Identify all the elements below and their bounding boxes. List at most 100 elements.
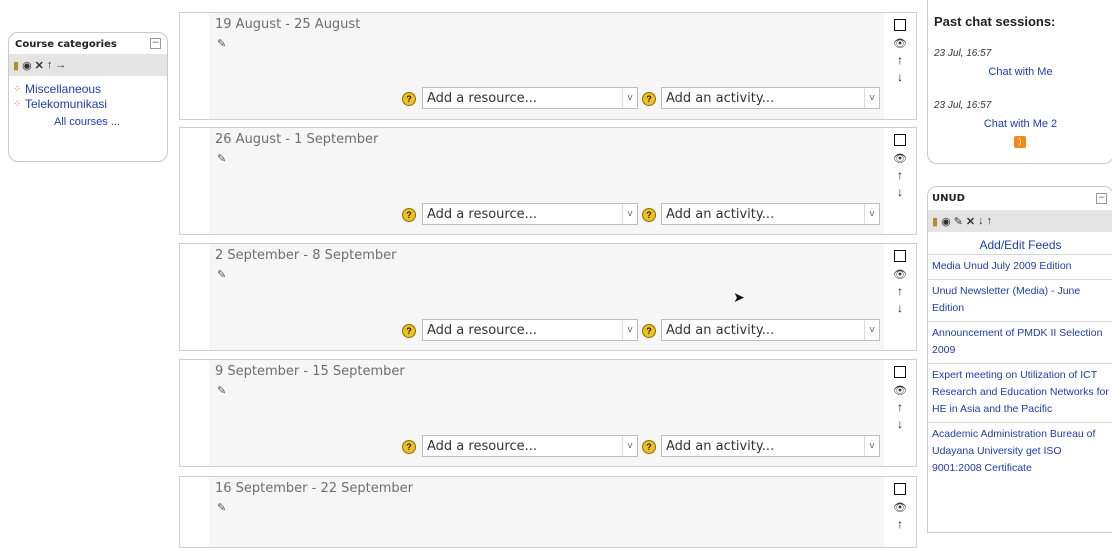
- highlight-checkbox-icon[interactable]: [894, 19, 906, 31]
- list-item[interactable]: Media Unud July 2009 Edition: [928, 254, 1112, 279]
- pencil-icon[interactable]: ▮: [13, 59, 19, 72]
- eye-icon[interactable]: 👁: [890, 384, 910, 400]
- add-resource-select[interactable]: Add a resource... v: [422, 319, 638, 341]
- add-activity-label: Add an activity...: [666, 91, 775, 106]
- collapse-icon[interactable]: −: [1096, 193, 1107, 204]
- section-controls: 👁 ↑ ↓: [890, 250, 910, 318]
- chevron-down-icon: v: [864, 88, 879, 108]
- edit-summary-icon[interactable]: ✎: [217, 37, 226, 50]
- edit-summary-icon[interactable]: ✎: [217, 501, 226, 514]
- add-activity-select[interactable]: Add an activity... v: [661, 203, 880, 225]
- category-link-telekomunikasi[interactable]: Telekomunikasi: [25, 97, 107, 112]
- section-controls: 👁 ↑ ↓: [890, 366, 910, 434]
- chat-session-link[interactable]: Chat with Me: [928, 66, 1112, 78]
- course-categories-block: Course categories − ▮ ◉ ✕ ↑ → ⁘ Miscella…: [8, 32, 168, 162]
- rss-icon[interactable]: ): [1014, 136, 1026, 148]
- add-resource-label: Add a resource...: [427, 91, 538, 106]
- course-categories-header: Course categories −: [9, 33, 167, 50]
- feed-link[interactable]: Announcement of PMDK II Selection 2009: [932, 327, 1102, 356]
- help-icon[interactable]: ?: [642, 208, 656, 222]
- edit-summary-icon[interactable]: ✎: [217, 268, 226, 281]
- help-icon[interactable]: ?: [402, 92, 416, 106]
- move-down-icon[interactable]: ↓: [978, 215, 984, 227]
- move-up-icon[interactable]: ↑: [47, 59, 53, 71]
- add-resource-select[interactable]: Add a resource... v: [422, 87, 638, 109]
- collapse-icon[interactable]: −: [150, 38, 161, 49]
- feed-link[interactable]: Media Unud July 2009 Edition: [932, 260, 1072, 272]
- move-up-icon[interactable]: ↑: [890, 284, 910, 301]
- move-up-icon[interactable]: ↑: [890, 168, 910, 185]
- week-section: 19 August - 25 August ✎ ? Add a resource…: [179, 12, 917, 120]
- delete-icon[interactable]: ✕: [966, 215, 975, 228]
- edit-summary-icon[interactable]: ✎: [217, 384, 226, 397]
- chat-session-date: 23 Jul, 16:57: [934, 48, 992, 59]
- add-resource-select[interactable]: Add a resource... v: [422, 203, 638, 225]
- list-item[interactable]: Academic Administration Bureau of Udayan…: [928, 422, 1112, 481]
- add-activity-select[interactable]: Add an activity... v: [661, 319, 880, 341]
- list-item[interactable]: Announcement of PMDK II Selection 2009: [928, 321, 1112, 363]
- category-link-miscellaneous[interactable]: Miscellaneous: [25, 82, 101, 97]
- move-down-icon[interactable]: ↓: [890, 417, 910, 434]
- chevron-down-icon: v: [622, 320, 637, 340]
- move-up-icon[interactable]: ↑: [890, 517, 910, 534]
- add-edit-feeds-link[interactable]: Add/Edit Feeds: [979, 238, 1061, 252]
- week-title: 9 September - 15 September: [215, 364, 405, 379]
- eye-icon[interactable]: 👁: [890, 152, 910, 168]
- eye-icon[interactable]: ◉: [22, 59, 32, 72]
- pencil-icon[interactable]: ▮: [932, 215, 938, 228]
- unud-header: UNUD −: [928, 187, 1112, 204]
- eye-icon[interactable]: ◉: [941, 215, 951, 228]
- list-item[interactable]: Unud Newsletter (Media) - June Edition: [928, 279, 1112, 321]
- highlight-checkbox-icon[interactable]: [894, 366, 906, 378]
- add-activity-label: Add an activity...: [666, 207, 775, 222]
- move-up-icon[interactable]: ↑: [987, 215, 993, 227]
- move-up-icon[interactable]: ↑: [890, 53, 910, 70]
- category-icon: ⁘: [13, 84, 22, 95]
- help-icon[interactable]: ?: [642, 324, 656, 338]
- week-section: 2 September - 8 September ✎ ? Add a reso…: [179, 243, 917, 351]
- eye-icon[interactable]: 👁: [890, 37, 910, 53]
- move-icon[interactable]: →: [55, 59, 66, 71]
- section-controls: 👁 ↑: [890, 483, 910, 534]
- course-categories-title: Course categories: [15, 39, 117, 50]
- all-courses-link[interactable]: All courses ...: [54, 116, 120, 128]
- help-icon[interactable]: ?: [402, 440, 416, 454]
- help-icon[interactable]: ?: [642, 440, 656, 454]
- section-controls: 👁 ↑ ↓: [890, 19, 910, 87]
- add-activity-select[interactable]: Add an activity... v: [661, 435, 880, 457]
- chat-session-date: 23 Jul, 16:57: [934, 100, 992, 111]
- delete-icon[interactable]: ✕: [35, 59, 44, 72]
- week-section: 16 September - 22 September ✎ 👁 ↑: [179, 476, 917, 548]
- edit-summary-icon[interactable]: ✎: [217, 152, 226, 165]
- feed-link[interactable]: Unud Newsletter (Media) - June Edition: [932, 285, 1080, 314]
- chevron-down-icon: v: [622, 204, 637, 224]
- move-down-icon[interactable]: ↓: [890, 185, 910, 202]
- help-icon[interactable]: ?: [402, 324, 416, 338]
- help-icon[interactable]: ?: [642, 92, 656, 106]
- mouse-cursor-icon: ➤: [733, 289, 745, 305]
- move-up-icon[interactable]: ↑: [890, 400, 910, 417]
- edit-icon[interactable]: ✎: [954, 215, 963, 228]
- add-activity-label: Add an activity...: [666, 439, 775, 454]
- list-item[interactable]: Expert meeting on Utilization of ICT Res…: [928, 363, 1112, 422]
- highlight-checkbox-icon[interactable]: [894, 250, 906, 262]
- add-resource-label: Add a resource...: [427, 207, 538, 222]
- add-resource-label: Add a resource...: [427, 323, 538, 338]
- category-list: ⁘ Miscellaneous ⁘ Telekomunikasi All cou…: [9, 76, 167, 128]
- feed-link[interactable]: Academic Administration Bureau of Udayan…: [932, 428, 1095, 474]
- help-icon[interactable]: ?: [402, 208, 416, 222]
- eye-icon[interactable]: 👁: [890, 501, 910, 517]
- week-title: 26 August - 1 September: [215, 132, 379, 147]
- list-item: ⁘ Telekomunikasi: [13, 97, 161, 112]
- chat-session-link[interactable]: Chat with Me 2: [928, 118, 1112, 130]
- add-resource-select[interactable]: Add a resource... v: [422, 435, 638, 457]
- highlight-checkbox-icon[interactable]: [894, 134, 906, 146]
- highlight-checkbox-icon[interactable]: [894, 483, 906, 495]
- eye-icon[interactable]: 👁: [890, 268, 910, 284]
- add-activity-select[interactable]: Add an activity... v: [661, 87, 880, 109]
- feed-link[interactable]: Expert meeting on Utilization of ICT Res…: [932, 369, 1109, 415]
- move-down-icon[interactable]: ↓: [890, 70, 910, 87]
- week-section: 26 August - 1 September ✎ ? Add a resour…: [179, 127, 917, 235]
- chat-sessions-block: Past chat sessions: 23 Jul, 16:57 Chat w…: [927, 0, 1112, 164]
- move-down-icon[interactable]: ↓: [890, 301, 910, 318]
